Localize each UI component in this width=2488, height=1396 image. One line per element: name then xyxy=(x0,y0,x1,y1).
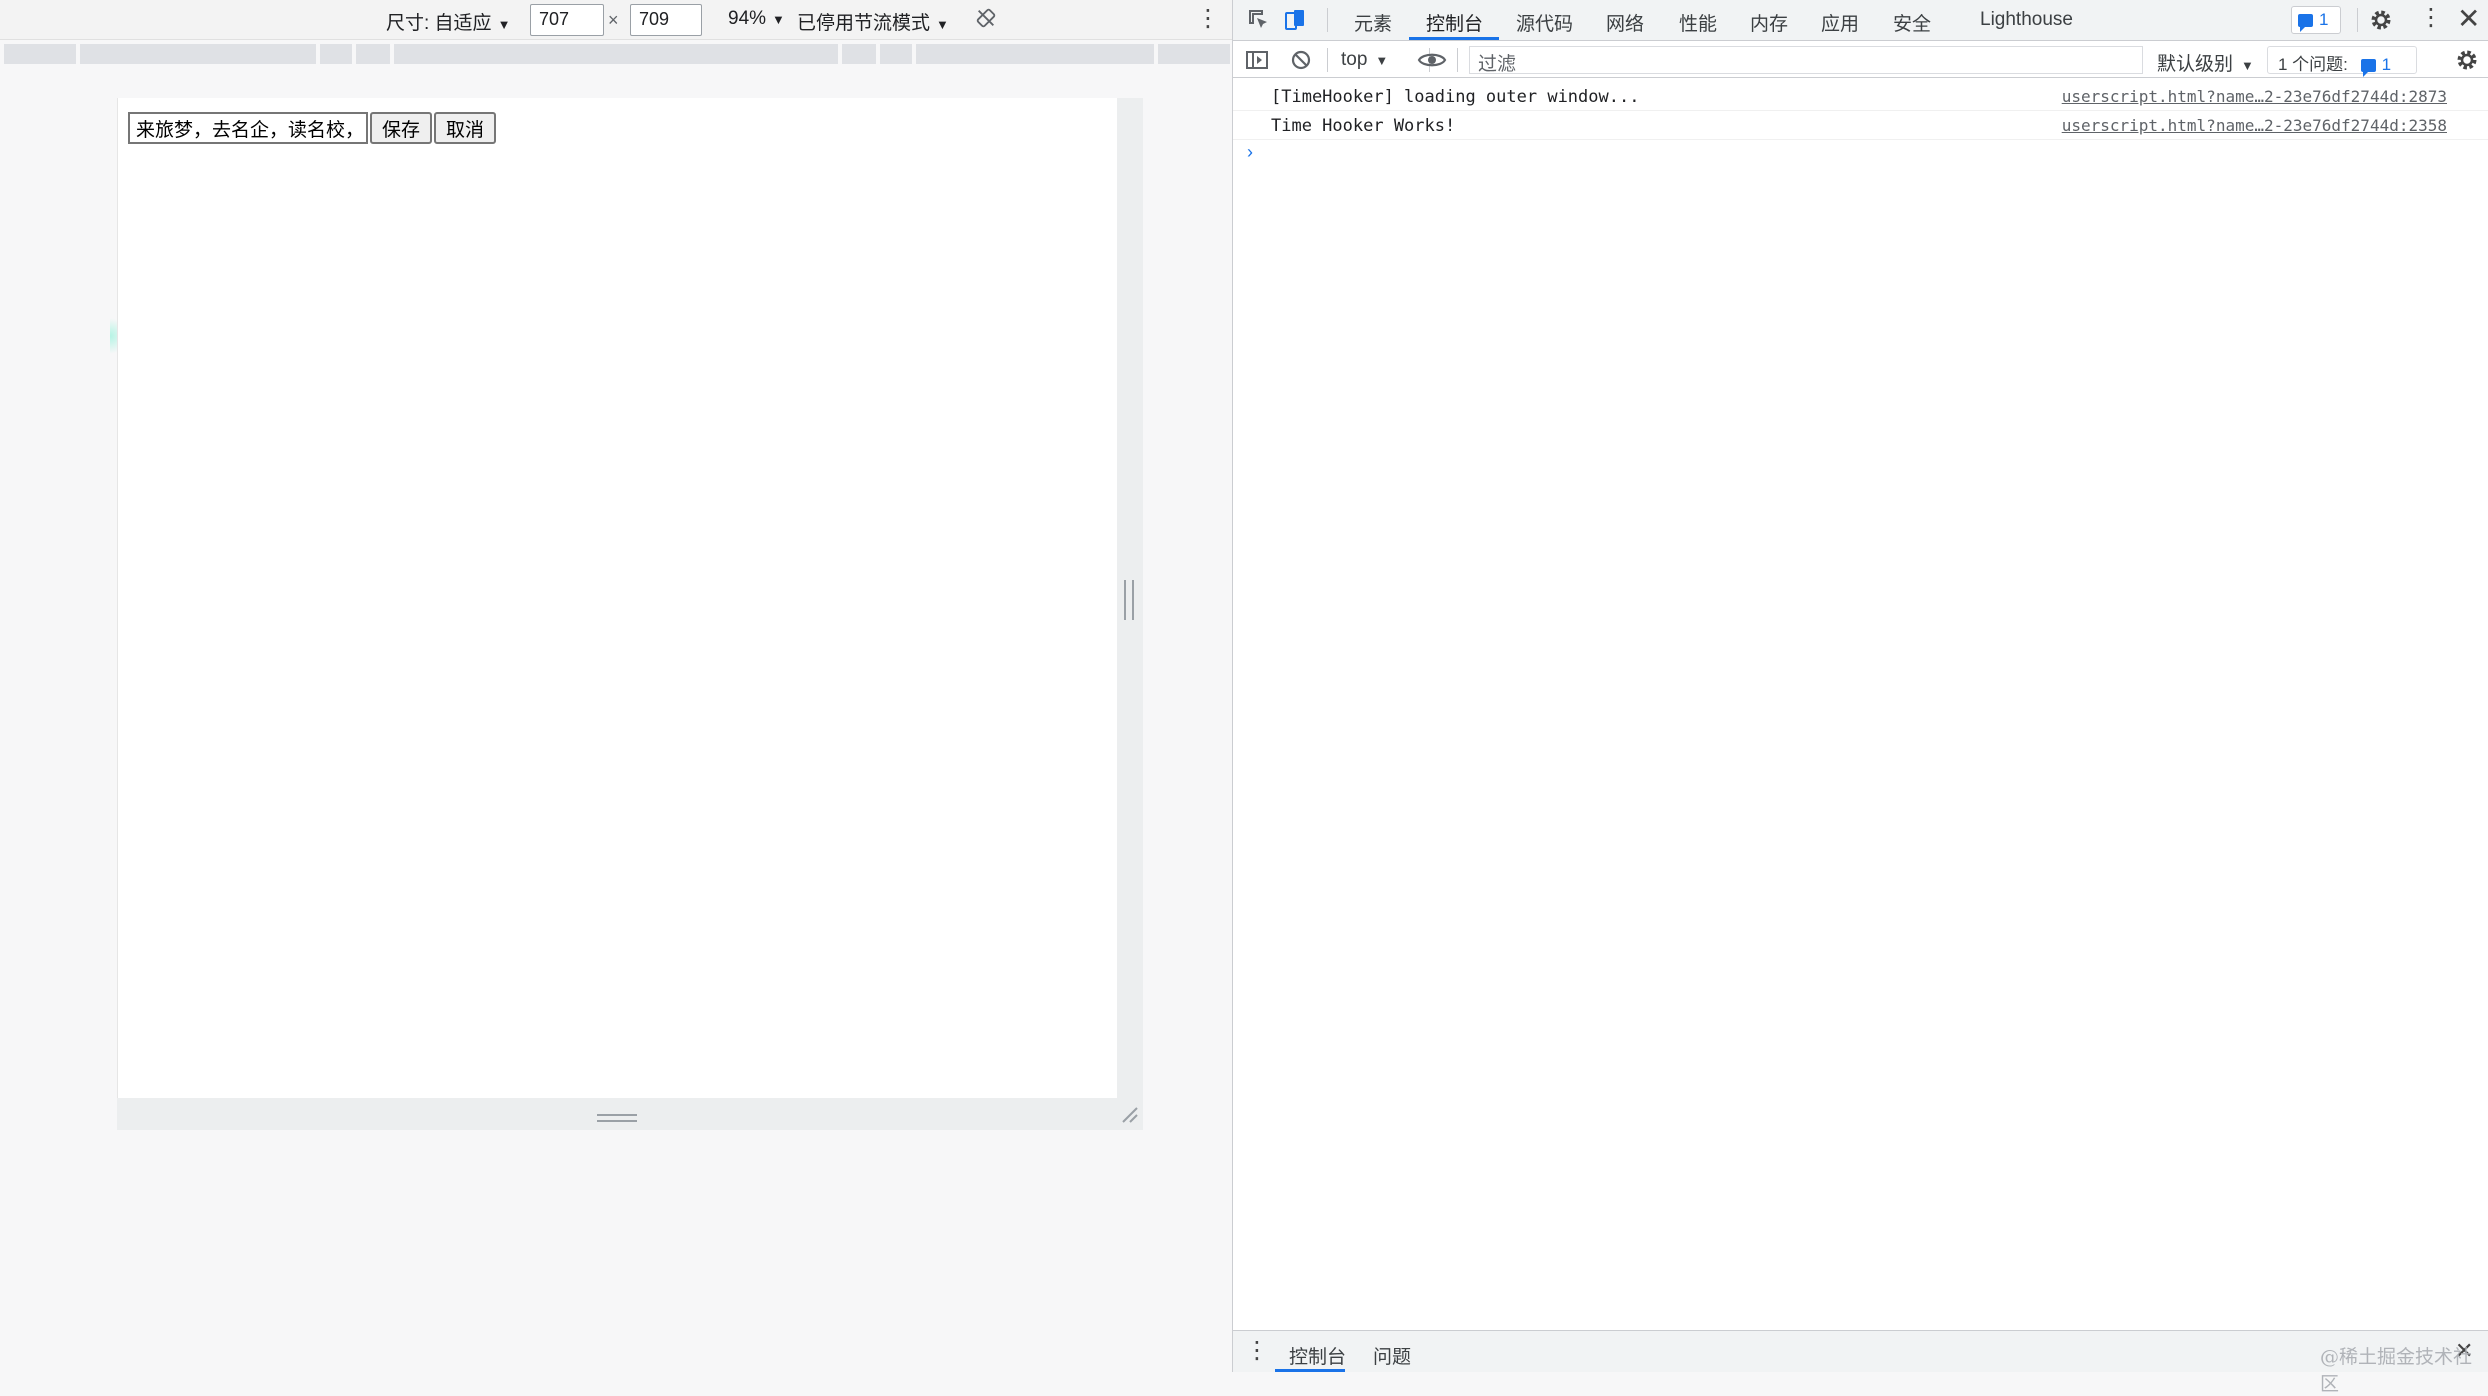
device-toolbar: 尺寸: 自适应 ▼ 707 × 709 94% ▼ 已停用节流模式 ▼ ⋮ xyxy=(0,0,1232,40)
context-value: top xyxy=(1341,49,1368,70)
clear-console-icon[interactable] xyxy=(1289,48,1313,72)
issues-label: 1 个问题: xyxy=(2278,55,2348,74)
log-message: [TimeHooker] loading outer window... xyxy=(1271,87,1640,107)
device-toolbar-icon[interactable] xyxy=(1283,8,1307,32)
media-query-segment[interactable] xyxy=(4,44,76,64)
media-query-bar[interactable] xyxy=(0,44,1232,66)
media-query-segment[interactable] xyxy=(880,44,912,64)
tab-security[interactable]: 安全 xyxy=(1893,9,1931,36)
cancel-button[interactable]: 取消 xyxy=(434,112,497,144)
rotate-icon[interactable] xyxy=(975,7,997,29)
drawer-menu-kebab-icon[interactable]: ⋮ xyxy=(1245,1339,1269,1363)
tab-application[interactable]: 应用 xyxy=(1821,9,1859,36)
settings-gear-icon[interactable] xyxy=(2369,8,2393,32)
devtools-tab-bar: 元素 控制台 源代码 网络 性能 内存 应用 安全 Lighthouse 1 ⋮… xyxy=(1233,0,2488,41)
drawer-tab-console[interactable]: 控制台 xyxy=(1289,1342,1346,1369)
horizontal-grip-icon[interactable] xyxy=(597,1114,637,1122)
zoom-dropdown[interactable]: 94% ▼ xyxy=(728,8,785,30)
tab-elements[interactable]: 元素 xyxy=(1354,9,1392,36)
inspect-element-icon[interactable] xyxy=(1247,8,1271,32)
log-message: Time Hooker Works! xyxy=(1271,116,1456,136)
active-tab-indicator xyxy=(1409,37,1499,40)
chevron-down-icon: ▼ xyxy=(936,17,949,32)
console-log-row: [TimeHooker] loading outer window... use… xyxy=(1233,82,2488,111)
media-query-segment[interactable] xyxy=(356,44,390,64)
save-button[interactable]: 保存 xyxy=(370,112,433,144)
issues-button[interactable]: 1 个问题: 1 xyxy=(2267,46,2417,78)
height-input[interactable]: 709 xyxy=(630,4,702,36)
close-devtools-icon[interactable]: ✕ xyxy=(2457,2,2480,35)
message-count: 1 xyxy=(2319,10,2329,29)
tab-lighthouse[interactable]: Lighthouse xyxy=(1980,9,2073,31)
tab-sources[interactable]: 源代码 xyxy=(1516,9,1573,36)
media-query-segment[interactable] xyxy=(916,44,1154,64)
corner-resize-icon[interactable] xyxy=(1121,1106,1139,1124)
live-expression-eye-icon[interactable] xyxy=(1417,49,1447,71)
log-source-link[interactable]: userscript.html?name…2-23e76df2744d:2873 xyxy=(2062,87,2447,106)
vertical-grip-icon[interactable] xyxy=(1124,580,1134,620)
console-log-row: Time Hooker Works! userscript.html?name…… xyxy=(1233,111,2488,140)
show-sidebar-icon[interactable] xyxy=(1245,48,1269,72)
dimensions-dropdown[interactable]: 尺寸: 自适应 ▼ xyxy=(386,8,510,35)
filter-input[interactable]: 过滤 xyxy=(1469,46,2143,75)
device-frame: 保存 取消 xyxy=(117,98,1143,1130)
log-level-label: 默认级别 xyxy=(2157,54,2234,75)
messages-badge[interactable]: 1 xyxy=(2291,6,2341,34)
device-emulation-pane: 尺寸: 自适应 ▼ 707 × 709 94% ▼ 已停用节流模式 ▼ ⋮ 来旅… xyxy=(0,0,1232,1372)
console-prompt-chevron-icon[interactable]: › xyxy=(1247,142,1253,163)
dimensions-label: 尺寸: 自适应 xyxy=(386,13,492,34)
customize-kebab-icon[interactable]: ⋮ xyxy=(2419,6,2443,30)
chevron-down-icon: ▼ xyxy=(1375,53,1389,68)
separator xyxy=(1457,48,1458,72)
separator xyxy=(2357,8,2358,32)
tab-memory[interactable]: 内存 xyxy=(1750,9,1788,36)
media-query-segment[interactable] xyxy=(394,44,838,64)
throttle-label: 已停用节流模式 xyxy=(797,13,931,34)
log-level-dropdown[interactable]: 默认级别 ▼ xyxy=(2157,49,2254,76)
message-icon xyxy=(2360,59,2376,78)
more-options-icon[interactable]: ⋮ xyxy=(1196,7,1220,31)
separator xyxy=(1327,48,1328,72)
devtools-pane: 元素 控制台 源代码 网络 性能 内存 应用 安全 Lighthouse 1 ⋮… xyxy=(1232,0,2488,1372)
watermark: @稀土掘金技术社区 xyxy=(2320,1346,2473,1395)
separator xyxy=(1327,8,1328,32)
context-selector[interactable]: top ▼ xyxy=(1341,49,1388,71)
chevron-down-icon: ▼ xyxy=(497,17,511,32)
times-sign: × xyxy=(608,10,619,30)
chevron-down-icon: ▼ xyxy=(2241,58,2254,73)
drawer-tab-bar: ⋮ 控制台 问题 ✕ xyxy=(1233,1330,2488,1372)
page-viewport: 保存 取消 xyxy=(117,98,1117,1098)
edit-form: 保存 取消 xyxy=(128,112,497,144)
console-toolbar: top ▼ 过滤 默认级别 ▼ 1 个问题: 1 xyxy=(1233,42,2488,78)
text-input[interactable] xyxy=(128,112,368,144)
drawer-tab-issues[interactable]: 问题 xyxy=(1373,1342,1411,1369)
zoom-value: 94% xyxy=(728,8,767,29)
media-query-segment[interactable] xyxy=(1158,44,1230,64)
tab-console[interactable]: 控制台 xyxy=(1426,9,1483,36)
message-icon xyxy=(2298,14,2313,33)
issues-count: 1 xyxy=(2381,55,2392,74)
console-settings-gear-icon[interactable] xyxy=(2455,48,2479,72)
chevron-down-icon: ▼ xyxy=(772,12,785,27)
media-query-segment[interactable] xyxy=(842,44,876,64)
width-input[interactable]: 707 xyxy=(530,4,604,36)
tab-performance[interactable]: 性能 xyxy=(1679,9,1717,36)
tab-network[interactable]: 网络 xyxy=(1606,9,1644,36)
media-query-segment[interactable] xyxy=(320,44,352,64)
throttle-dropdown[interactable]: 已停用节流模式 ▼ xyxy=(797,8,949,35)
log-source-link[interactable]: userscript.html?name…2-23e76df2744d:2358 xyxy=(2062,116,2447,135)
media-query-segment[interactable] xyxy=(80,44,316,64)
